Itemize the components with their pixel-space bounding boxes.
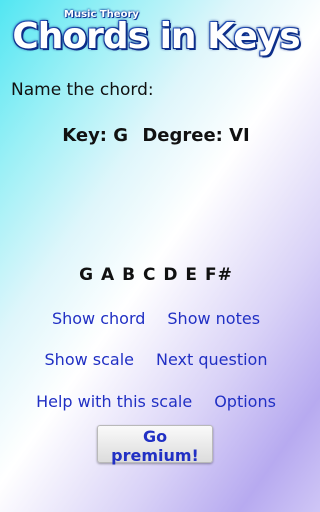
logo-title: Chords in Keys — [12, 16, 300, 57]
show-notes-button[interactable]: Show notes — [167, 309, 260, 328]
question-display: Key: G Degree: VI — [0, 125, 312, 146]
link-row-2: Show scale Next question — [0, 350, 312, 369]
link-row-3: Help with this scale Options — [0, 392, 312, 411]
question-prompt: Name the chord: — [11, 80, 154, 100]
link-row-1: Show chord Show notes — [0, 309, 312, 328]
go-premium-button[interactable]: Go premium! — [97, 425, 213, 465]
help-scale-button[interactable]: Help with this scale — [36, 392, 192, 411]
next-question-button[interactable]: Next question — [156, 350, 267, 369]
app-logo: Music Theory Chords in Keys — [0, 0, 312, 64]
scale-notes: G A B C D E F# — [79, 265, 233, 285]
options-button[interactable]: Options — [214, 392, 276, 411]
key-label: Key: G — [62, 125, 129, 146]
show-scale-button[interactable]: Show scale — [45, 350, 134, 369]
degree-label: Degree: VI — [142, 125, 250, 146]
show-chord-button[interactable]: Show chord — [52, 309, 145, 328]
